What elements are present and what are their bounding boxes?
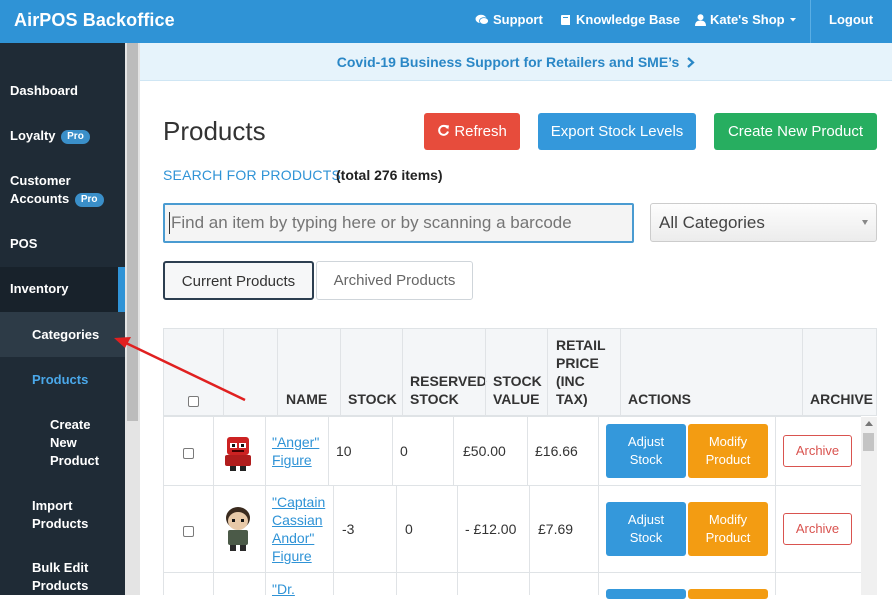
annotation-arrow-icon: [114, 337, 246, 402]
